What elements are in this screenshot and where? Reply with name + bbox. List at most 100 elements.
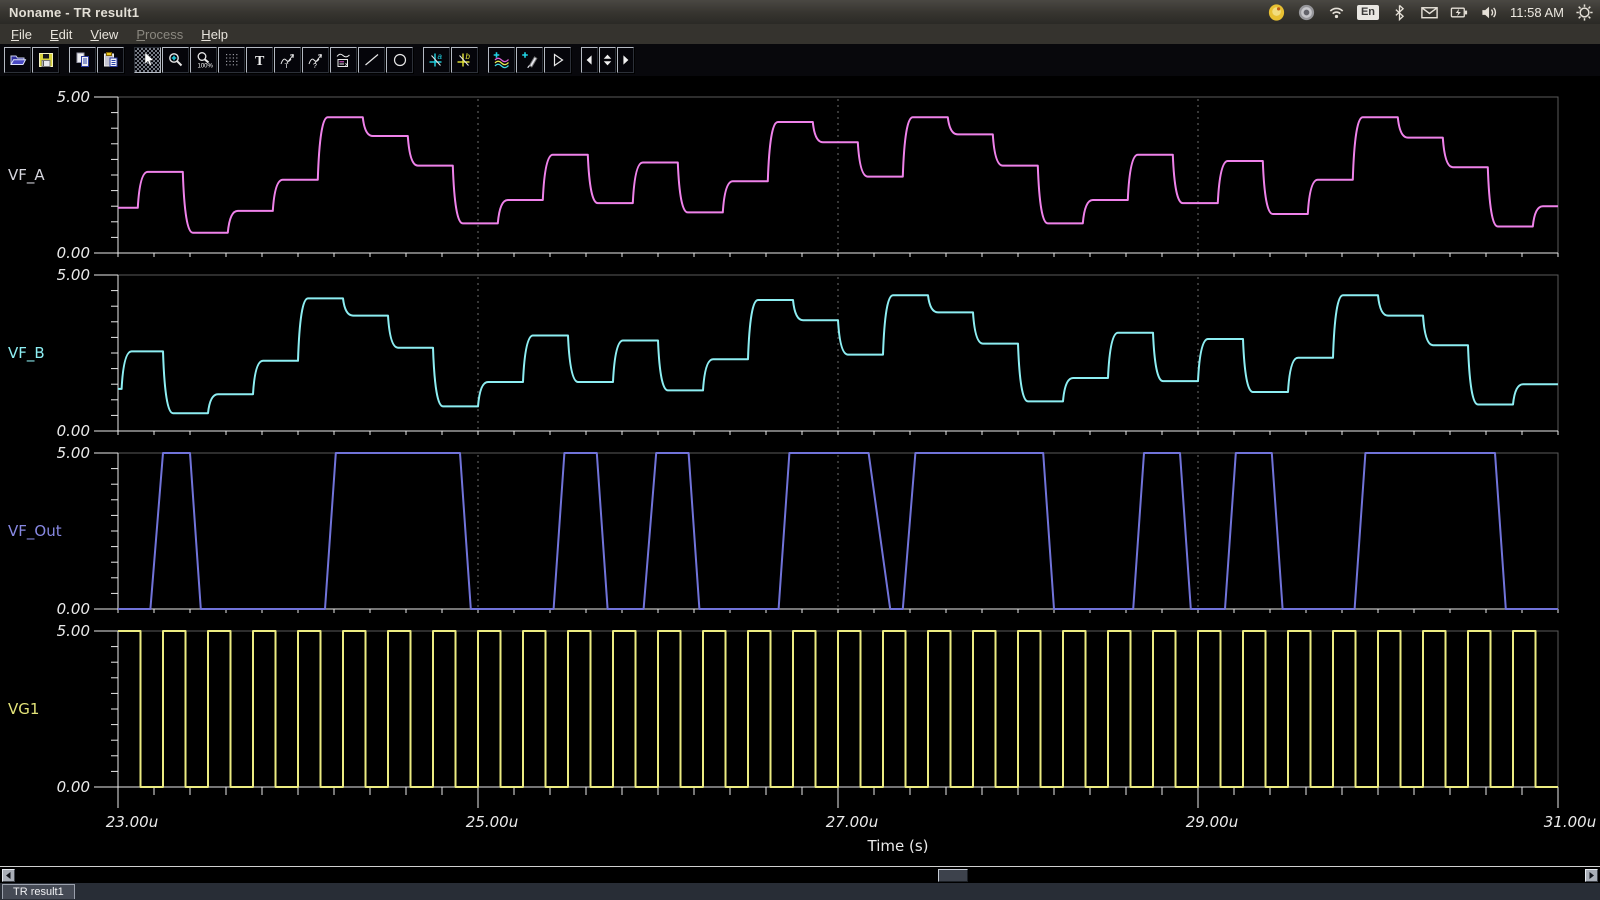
add-curves-icon [493,51,511,69]
y-min-label-vf-out: 0.00 [57,600,90,618]
zoom-100-icon: 100% [195,51,213,69]
curve-label-icon: x [335,51,353,69]
probe-button[interactable] [516,47,543,73]
menu-file[interactable]: File [2,26,41,43]
left-triangle-icon [4,871,13,880]
scroll-right-button[interactable] [1585,869,1598,882]
waveform-svg: 5.00 0.00 VF_A 5.00 0.00 VF_B 5.00 0.00 VF_Out 5.… [0,76,1600,866]
zoom-in-icon [167,51,185,69]
rise-measure-icon: T [279,51,297,69]
cursor-b-button[interactable]: b [451,47,478,73]
notifications-icon[interactable] [1297,3,1316,22]
y-min-label-vf-a: 0.00 [57,244,90,262]
trace-vf-a [118,117,1558,232]
power-menu-icon[interactable] [1575,3,1594,22]
nav-updown-button[interactable] [599,47,616,73]
x-tick-label: 23.00u [106,813,158,831]
cursor-a-button[interactable]: a [423,47,450,73]
tab-bar: TR result1 [0,883,1600,900]
menu-process: Process [127,26,192,43]
nav-right-icon [618,51,633,69]
trace-vg1 [118,631,1558,787]
zoom-100-button[interactable]: 100% [190,47,217,73]
point-measure-icon: ? [307,51,325,69]
scroll-left-button[interactable] [2,869,15,882]
svg-text:x: x [345,62,348,68]
zoom-in-button[interactable] [162,47,189,73]
mail-icon[interactable] [1420,3,1439,22]
point-measure-button[interactable]: ? [302,47,329,73]
ellipse-icon [391,51,409,69]
nav-left-button[interactable] [581,47,598,73]
text-icon: T [251,51,269,69]
bluetooth-icon[interactable] [1390,3,1409,22]
y-min-label-vg1: 0.00 [57,778,90,796]
select-button[interactable] [134,47,161,73]
paste-button[interactable] [97,47,124,73]
y-max-label-vf-b: 5.00 [57,266,90,284]
axis-vf-a [118,97,1558,253]
x-tick-label: 25.00u [466,813,518,831]
system-tray: En 11:58 AM [1267,0,1594,24]
volume-icon[interactable] [1480,3,1499,22]
menu-view[interactable]: View [81,26,127,43]
y-max-label-vf-a: 5.00 [57,88,90,106]
app-window: Noname - TR result1 En11:58 AM File Edit… [0,0,1600,900]
menubar: File Edit View Process Help [0,24,1600,44]
open-button[interactable] [4,47,31,73]
add-curves-button[interactable] [488,47,515,73]
line-button[interactable] [358,47,385,73]
svg-text:b: b [465,52,470,61]
waveform-plot-area[interactable]: 5.00 0.00 VF_A 5.00 0.00 VF_B 5.00 0.00 VF_Out 5.… [0,76,1600,866]
menu-help[interactable]: Help [192,26,237,43]
x-tick-label: 27.00u [826,813,878,831]
grid-icon [223,51,241,69]
copy-button[interactable] [69,47,96,73]
scrollbar-thumb[interactable] [938,869,968,882]
signal-label-vf-a[interactable]: VF_A [8,166,45,185]
run-button[interactable] [544,47,571,73]
grid-button[interactable] [218,47,245,73]
panel-border-vf-a [118,97,1558,253]
nav-updown-icon [600,51,615,69]
x-tick-label: 31.00u [1544,813,1596,831]
paste-icon [102,51,120,69]
tab-tr-result1[interactable]: TR result1 [2,884,75,899]
curve-label-button[interactable]: x [330,47,357,73]
rise-measure-button[interactable]: T [274,47,301,73]
keyboard-layout-badge[interactable]: En [1357,5,1379,20]
open-icon [9,51,27,69]
battery-icon[interactable] [1450,3,1469,22]
copy-icon [74,51,92,69]
y-max-label-vf-out: 5.00 [57,444,90,462]
app-icon[interactable] [1267,3,1286,22]
nav-left-icon [582,51,597,69]
run-icon [549,51,567,69]
titlebar[interactable]: Noname - TR result1 En11:58 AM [0,0,1600,24]
right-triangle-icon [1587,871,1596,880]
menu-edit[interactable]: Edit [41,26,81,43]
clock-text[interactable]: 11:58 AM [1510,5,1564,20]
toolbar: 100% T T? x a b [0,44,1600,76]
y-max-label-vg1: 5.00 [57,622,90,640]
svg-text:T: T [284,63,288,69]
probe-icon [521,51,539,69]
cursor-b-icon: b [456,51,474,69]
line-icon [363,51,381,69]
svg-text:T: T [255,54,265,69]
horizontal-scrollbar [0,866,1600,883]
y-min-label-vf-b: 0.00 [57,422,90,440]
svg-text:100%: 100% [197,64,213,70]
signal-label-vg1[interactable]: VG1 [8,700,39,718]
save-icon [37,51,55,69]
signal-label-vf-out[interactable]: VF_Out [8,522,62,541]
wifi-icon[interactable] [1327,3,1346,22]
cursor-a-icon: a [428,51,446,69]
trace-vf-out [118,453,1558,609]
signal-label-vf-b[interactable]: VF_B [8,344,45,363]
ellipse-button[interactable] [386,47,413,73]
nav-right-button[interactable] [617,47,634,73]
save-button[interactable] [32,47,59,73]
x-axis-title: Time (s) [867,837,929,855]
text-button[interactable]: T [246,47,273,73]
